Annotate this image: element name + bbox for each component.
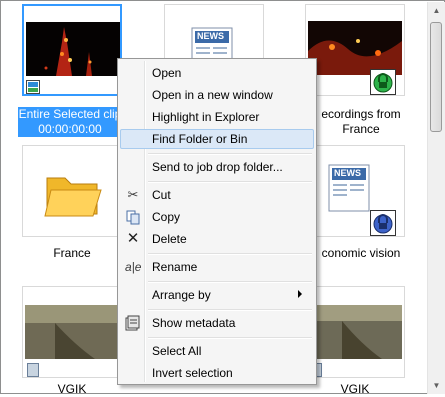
folder-tile-france[interactable] <box>22 145 122 237</box>
menu-separator <box>148 337 312 339</box>
menu-item-label: Cut <box>152 188 171 202</box>
clip-caption: VGIK <box>57 382 87 396</box>
news-caption: conomic vision <box>321 246 401 260</box>
menu-item-label: Arrange by <box>152 288 211 302</box>
menu-item-label: Send to job drop folder... <box>152 160 283 174</box>
menu-item-arrange-by[interactable]: Arrange by <box>120 285 314 305</box>
newspaper-icon: NEWS <box>328 164 372 212</box>
menu-item-open-new-window[interactable]: Open in a new window <box>120 85 314 105</box>
menu-item-label: Open in a new window <box>152 88 273 102</box>
menu-item-label: Copy <box>152 210 181 224</box>
menu-separator <box>148 181 312 183</box>
news-label: NEWS <box>197 31 224 41</box>
scissors-icon: ✂ <box>127 187 139 202</box>
clip-thumbnail <box>26 22 120 76</box>
scroll-up-arrow-icon[interactable]: ▲ <box>428 2 445 19</box>
clip-tile-vgik-2[interactable] <box>305 286 405 378</box>
menu-item-copy[interactable]: Copy <box>120 207 314 227</box>
scroll-down-arrow-icon[interactable]: ▼ <box>428 377 445 394</box>
menu-item-show-metadata[interactable]: Show metadata <box>120 313 314 333</box>
menu-item-label: Show metadata <box>152 316 236 330</box>
scroll-thumb[interactable] <box>430 22 442 132</box>
clip-tile-entire-selected[interactable] <box>22 4 122 96</box>
news-label: NEWS <box>334 168 361 178</box>
clip-caption-line1: ecordings from <box>321 107 401 121</box>
submenu-arrow-icon <box>298 290 302 298</box>
menu-separator <box>148 153 312 155</box>
lock-badge-icon <box>370 69 396 95</box>
menu-item-label: Select All <box>152 344 202 358</box>
metadata-icon <box>125 315 141 331</box>
menu-separator <box>148 253 312 255</box>
menu-separator <box>148 281 312 283</box>
clip-caption: VGIK <box>340 382 370 396</box>
menu-item-select-all[interactable]: Select All <box>120 341 314 361</box>
delete-x-icon: ✕ <box>126 230 140 247</box>
clip-tile-recordings-france[interactable] <box>305 4 405 96</box>
menu-item-invert-selection[interactable]: Invert selection <box>120 363 314 383</box>
clip-timecode: 00:00:00:00 <box>18 122 122 137</box>
clip-caption-line2: France <box>342 122 380 136</box>
clip-thumbnail <box>308 305 402 359</box>
menu-item-cut[interactable]: ✂ Cut <box>120 185 314 205</box>
rename-icon: a|e <box>125 260 142 274</box>
menu-item-label: Highlight in Explorer <box>152 110 260 124</box>
news-tile-economic-vision[interactable]: NEWS <box>305 145 405 237</box>
clip-thumbnail <box>25 305 119 359</box>
folder-caption: France <box>53 246 91 260</box>
vertical-scrollbar[interactable]: ▲ ▼ <box>427 2 445 394</box>
copy-icon <box>125 209 141 225</box>
menu-item-find-folder-or-bin[interactable]: Find Folder or Bin <box>120 129 314 149</box>
menu-item-label: Delete <box>152 232 187 246</box>
clip-type-icon <box>26 80 40 94</box>
context-menu: Open Open in a new window Highlight in E… <box>117 58 317 385</box>
clip-thumbnail <box>308 21 402 75</box>
folder-icon <box>43 168 103 220</box>
clip-caption: Entire Selected clip <box>18 107 122 122</box>
menu-item-label: Open <box>152 66 182 80</box>
menu-item-label: Invert selection <box>152 366 233 380</box>
menu-item-open[interactable]: Open <box>120 63 314 83</box>
menu-item-send-to-job-drop[interactable]: Send to job drop folder... <box>120 157 314 177</box>
menu-item-label: Find Folder or Bin <box>152 132 248 146</box>
menu-item-delete[interactable]: ✕ Delete <box>120 229 314 249</box>
lock-badge-icon <box>370 210 396 236</box>
menu-item-rename[interactable]: a|e Rename <box>120 257 314 277</box>
menu-item-label: Rename <box>152 260 198 274</box>
menu-separator <box>148 309 312 311</box>
clip-tile-vgik-1[interactable] <box>22 286 122 378</box>
film-icon <box>27 363 39 377</box>
menu-item-highlight-explorer[interactable]: Highlight in Explorer <box>120 107 314 127</box>
